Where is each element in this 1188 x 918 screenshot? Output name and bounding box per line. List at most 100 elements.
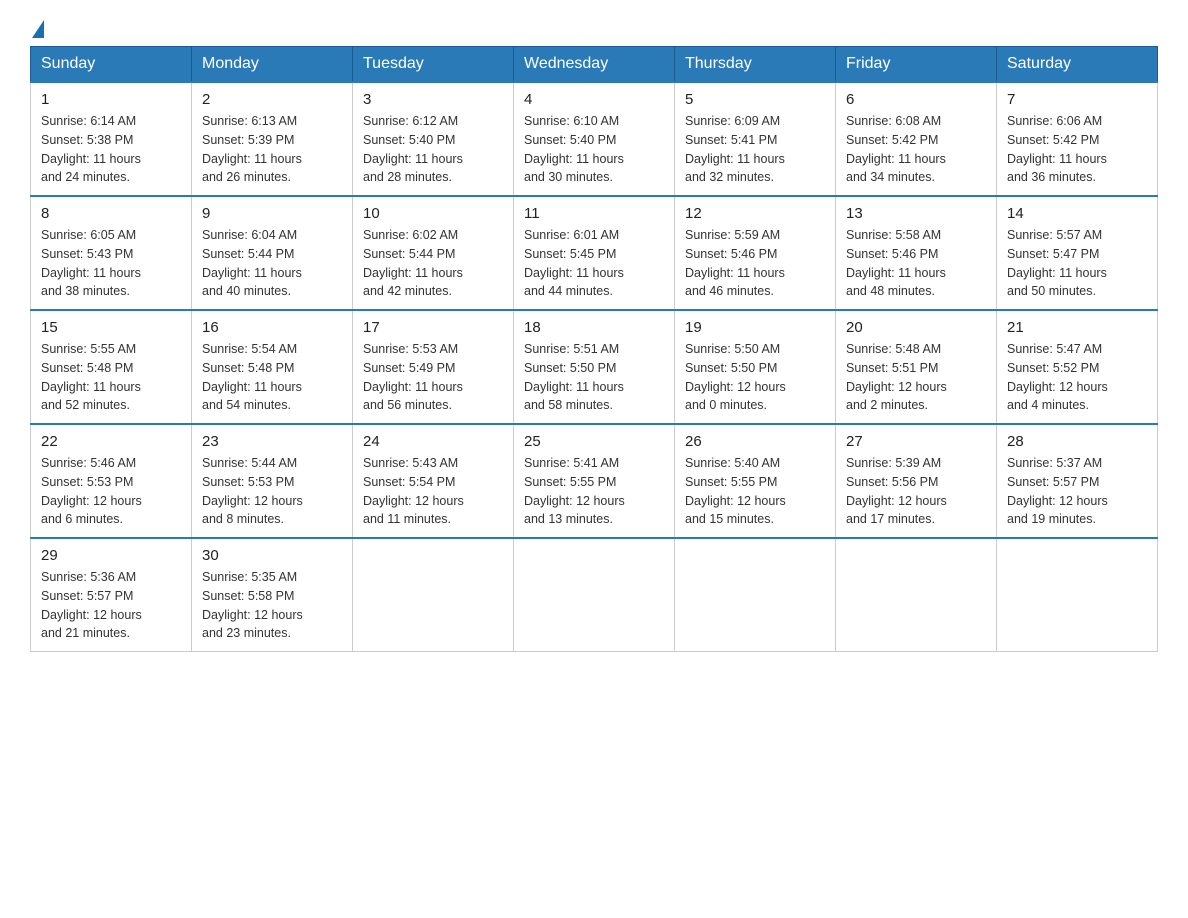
day-info: Sunrise: 6:05 AMSunset: 5:43 PMDaylight:… (41, 226, 181, 301)
week-row-3: 15 Sunrise: 5:55 AMSunset: 5:48 PMDayligh… (31, 310, 1158, 424)
day-number: 10 (363, 205, 503, 222)
day-info: Sunrise: 6:01 AMSunset: 5:45 PMDaylight:… (524, 226, 664, 301)
day-info: Sunrise: 5:46 AMSunset: 5:53 PMDaylight:… (41, 454, 181, 529)
calendar-cell: 13Sunrise: 5:58 AMSunset: 5:46 PMDayligh… (836, 196, 997, 310)
calendar-cell: 17 Sunrise: 5:53 AMSunset: 5:49 PMDayligh… (353, 310, 514, 424)
day-info: Sunrise: 5:59 AMSunset: 5:46 PMDaylight:… (685, 226, 825, 301)
day-number: 21 (1007, 319, 1147, 336)
week-row-5: 29Sunrise: 5:36 AMSunset: 5:57 PMDayligh… (31, 538, 1158, 652)
day-number: 11 (524, 205, 664, 222)
calendar-cell: 9 Sunrise: 6:04 AMSunset: 5:44 PMDaylight… (192, 196, 353, 310)
day-number: 6 (846, 91, 986, 108)
day-number: 25 (524, 433, 664, 450)
calendar-cell: 25 Sunrise: 5:41 AMSunset: 5:55 PMDayligh… (514, 424, 675, 538)
page-header (30, 20, 1158, 36)
day-number: 20 (846, 319, 986, 336)
day-info: Sunrise: 5:51 AMSunset: 5:50 PMDaylight:… (524, 340, 664, 415)
col-header-sunday: Sunday (31, 47, 192, 83)
day-number: 5 (685, 91, 825, 108)
calendar-cell: 8 Sunrise: 6:05 AMSunset: 5:43 PMDaylight… (31, 196, 192, 310)
calendar-cell (514, 538, 675, 652)
day-number: 4 (524, 91, 664, 108)
calendar-cell: 7 Sunrise: 6:06 AMSunset: 5:42 PMDaylight… (997, 82, 1158, 196)
calendar-cell: 4 Sunrise: 6:10 AMSunset: 5:40 PMDaylight… (514, 82, 675, 196)
day-number: 29 (41, 547, 181, 564)
day-number: 15 (41, 319, 181, 336)
day-number: 16 (202, 319, 342, 336)
day-number: 19 (685, 319, 825, 336)
day-number: 30 (202, 547, 342, 564)
day-number: 23 (202, 433, 342, 450)
day-info: Sunrise: 6:12 AMSunset: 5:40 PMDaylight:… (363, 112, 503, 187)
day-info: Sunrise: 5:48 AMSunset: 5:51 PMDaylight:… (846, 340, 986, 415)
calendar-cell (836, 538, 997, 652)
calendar-cell: 6 Sunrise: 6:08 AMSunset: 5:42 PMDaylight… (836, 82, 997, 196)
day-number: 8 (41, 205, 181, 222)
day-number: 18 (524, 319, 664, 336)
col-header-tuesday: Tuesday (353, 47, 514, 83)
day-info: Sunrise: 5:35 AMSunset: 5:58 PMDaylight:… (202, 568, 342, 643)
calendar-cell: 27 Sunrise: 5:39 AMSunset: 5:56 PMDayligh… (836, 424, 997, 538)
calendar-cell: 29Sunrise: 5:36 AMSunset: 5:57 PMDayligh… (31, 538, 192, 652)
day-info: Sunrise: 5:39 AMSunset: 5:56 PMDaylight:… (846, 454, 986, 529)
col-header-thursday: Thursday (675, 47, 836, 83)
calendar-cell: 19 Sunrise: 5:50 AMSunset: 5:50 PMDayligh… (675, 310, 836, 424)
calendar-cell: 2 Sunrise: 6:13 AMSunset: 5:39 PMDaylight… (192, 82, 353, 196)
logo-triangle-icon (32, 20, 44, 38)
calendar-cell: 28 Sunrise: 5:37 AMSunset: 5:57 PMDayligh… (997, 424, 1158, 538)
calendar-cell: 30 Sunrise: 5:35 AMSunset: 5:58 PMDayligh… (192, 538, 353, 652)
day-number: 22 (41, 433, 181, 450)
day-number: 17 (363, 319, 503, 336)
day-number: 7 (1007, 91, 1147, 108)
calendar-cell: 15 Sunrise: 5:55 AMSunset: 5:48 PMDayligh… (31, 310, 192, 424)
col-header-saturday: Saturday (997, 47, 1158, 83)
col-header-friday: Friday (836, 47, 997, 83)
day-info: Sunrise: 5:37 AMSunset: 5:57 PMDaylight:… (1007, 454, 1147, 529)
calendar-cell: 24Sunrise: 5:43 AMSunset: 5:54 PMDayligh… (353, 424, 514, 538)
calendar-cell: 20 Sunrise: 5:48 AMSunset: 5:51 PMDayligh… (836, 310, 997, 424)
calendar-table: SundayMondayTuesdayWednesdayThursdayFrid… (30, 46, 1158, 652)
calendar-cell: 1 Sunrise: 6:14 AMSunset: 5:38 PMDaylight… (31, 82, 192, 196)
col-header-monday: Monday (192, 47, 353, 83)
day-number: 3 (363, 91, 503, 108)
calendar-cell: 23 Sunrise: 5:44 AMSunset: 5:53 PMDayligh… (192, 424, 353, 538)
day-info: Sunrise: 5:55 AMSunset: 5:48 PMDaylight:… (41, 340, 181, 415)
calendar-header-row: SundayMondayTuesdayWednesdayThursdayFrid… (31, 47, 1158, 83)
day-number: 27 (846, 433, 986, 450)
calendar-cell: 22 Sunrise: 5:46 AMSunset: 5:53 PMDayligh… (31, 424, 192, 538)
week-row-4: 22 Sunrise: 5:46 AMSunset: 5:53 PMDayligh… (31, 424, 1158, 538)
calendar-cell: 5 Sunrise: 6:09 AMSunset: 5:41 PMDaylight… (675, 82, 836, 196)
day-number: 9 (202, 205, 342, 222)
day-info: Sunrise: 5:53 AMSunset: 5:49 PMDaylight:… (363, 340, 503, 415)
day-info: Sunrise: 6:14 AMSunset: 5:38 PMDaylight:… (41, 112, 181, 187)
week-row-1: 1 Sunrise: 6:14 AMSunset: 5:38 PMDaylight… (31, 82, 1158, 196)
day-info: Sunrise: 5:54 AMSunset: 5:48 PMDaylight:… (202, 340, 342, 415)
day-info: Sunrise: 6:09 AMSunset: 5:41 PMDaylight:… (685, 112, 825, 187)
day-number: 13 (846, 205, 986, 222)
day-number: 28 (1007, 433, 1147, 450)
day-info: Sunrise: 5:44 AMSunset: 5:53 PMDaylight:… (202, 454, 342, 529)
day-info: Sunrise: 5:50 AMSunset: 5:50 PMDaylight:… (685, 340, 825, 415)
calendar-cell: 3 Sunrise: 6:12 AMSunset: 5:40 PMDaylight… (353, 82, 514, 196)
calendar-cell (997, 538, 1158, 652)
col-header-wednesday: Wednesday (514, 47, 675, 83)
day-number: 1 (41, 91, 181, 108)
day-info: Sunrise: 5:41 AMSunset: 5:55 PMDaylight:… (524, 454, 664, 529)
calendar-cell (353, 538, 514, 652)
day-info: Sunrise: 6:10 AMSunset: 5:40 PMDaylight:… (524, 112, 664, 187)
week-row-2: 8 Sunrise: 6:05 AMSunset: 5:43 PMDaylight… (31, 196, 1158, 310)
day-info: Sunrise: 5:43 AMSunset: 5:54 PMDaylight:… (363, 454, 503, 529)
day-info: Sunrise: 6:08 AMSunset: 5:42 PMDaylight:… (846, 112, 986, 187)
calendar-cell: 18 Sunrise: 5:51 AMSunset: 5:50 PMDayligh… (514, 310, 675, 424)
calendar-cell: 12Sunrise: 5:59 AMSunset: 5:46 PMDayligh… (675, 196, 836, 310)
day-info: Sunrise: 5:57 AMSunset: 5:47 PMDaylight:… (1007, 226, 1147, 301)
calendar-cell: 11 Sunrise: 6:01 AMSunset: 5:45 PMDayligh… (514, 196, 675, 310)
day-info: Sunrise: 6:06 AMSunset: 5:42 PMDaylight:… (1007, 112, 1147, 187)
day-info: Sunrise: 5:40 AMSunset: 5:55 PMDaylight:… (685, 454, 825, 529)
day-info: Sunrise: 6:04 AMSunset: 5:44 PMDaylight:… (202, 226, 342, 301)
day-info: Sunrise: 6:13 AMSunset: 5:39 PMDaylight:… (202, 112, 342, 187)
calendar-cell: 10Sunrise: 6:02 AMSunset: 5:44 PMDayligh… (353, 196, 514, 310)
day-number: 14 (1007, 205, 1147, 222)
calendar-cell (675, 538, 836, 652)
day-number: 2 (202, 91, 342, 108)
